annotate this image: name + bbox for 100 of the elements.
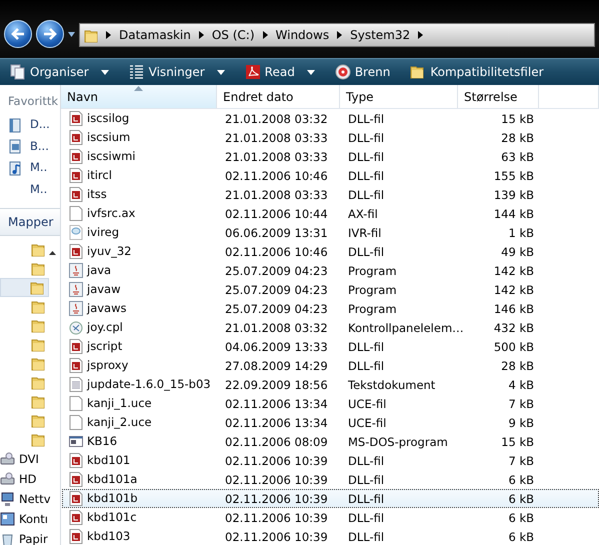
date-cell-text: 02.11.2006 10:44 xyxy=(224,206,329,222)
network-icon xyxy=(0,492,15,507)
size-cell-text: 146 kB xyxy=(492,301,535,317)
type-cell-text: DLL-fil xyxy=(347,339,386,355)
file-name: javaw xyxy=(87,281,121,298)
toolbar-button[interactable]: Brenn xyxy=(328,59,396,85)
location-link[interactable]: HD xyxy=(0,469,60,490)
file-name: javaws xyxy=(87,300,126,317)
favorite-link[interactable]: B... xyxy=(0,136,60,158)
forward-button[interactable] xyxy=(36,20,64,48)
file-name: joy.cpl xyxy=(87,319,123,336)
file-row[interactable]: joy.cpl 21.01.2008 03:32 Kontrollpanelelem… 432 kB xyxy=(62,318,599,337)
file-row[interactable]: KB16 02.11.2006 08:09 MS-DOS-program 15 kB xyxy=(62,432,599,451)
size-cell-text: 139 kB xyxy=(492,187,535,203)
chevron-icon xyxy=(337,31,342,39)
section-heading: Favorittk xyxy=(7,93,60,110)
location-link[interactable]: DVI xyxy=(0,449,60,470)
breadcrumb-item[interactable]: System32 xyxy=(350,26,410,44)
folder-tree-row[interactable] xyxy=(0,278,49,298)
music-icon xyxy=(8,160,22,176)
file-name: kanji_2.uce xyxy=(87,414,152,431)
file-row[interactable]: javaws 25.07.2009 04:23 Program 146 kB xyxy=(62,299,599,318)
type-cell-text: DLL-fil xyxy=(347,168,386,184)
date-cell-text: 25.07.2009 04:23 xyxy=(224,282,329,298)
favorite-link[interactable]: M.. xyxy=(0,157,60,179)
file-name: kbd101b xyxy=(87,490,138,507)
location-link[interactable]: Papir xyxy=(0,529,60,545)
folder-icon xyxy=(31,375,45,390)
text-file-icon xyxy=(69,377,83,392)
file-row[interactable]: kbd101 02.11.2006 10:39 DLL-fil 7 kB xyxy=(62,451,599,470)
toolbar-button[interactable]: Visninger xyxy=(122,59,231,85)
size-cell-text: 6 kB xyxy=(507,472,535,488)
file-name: iscsilog xyxy=(87,110,130,127)
file-row[interactable]: jscript 04.06.2009 13:33 DLL-fil 500 kB xyxy=(62,337,599,356)
location-link[interactable]: Kontı xyxy=(0,509,60,530)
file-row[interactable]: javaw 25.07.2009 04:23 Program 142 kB xyxy=(62,280,599,299)
size-cell-text: 155 kB xyxy=(492,168,535,184)
file-row[interactable]: java 25.07.2009 04:23 Program 142 kB xyxy=(62,261,599,280)
favorite-link[interactable]: M.. xyxy=(0,178,60,200)
date-cell-text: 02.11.2006 10:39 xyxy=(224,491,329,507)
file-row[interactable]: kanji_1.uce 02.11.2006 13:34 UCE-fil 7 kB xyxy=(62,394,599,413)
file-row[interactable]: kbd103 02.11.2006 10:39 DLL-fil 6 kB xyxy=(62,527,599,545)
file-row[interactable]: itircl 02.11.2006 10:46 DLL-fil 155 kB xyxy=(62,166,599,185)
dll-file-icon xyxy=(69,111,83,126)
size-cell-text: 15 kB xyxy=(500,434,535,450)
file-row[interactable]: kbd101c 02.11.2006 10:39 DLL-fil 6 kB xyxy=(62,508,599,527)
file-row[interactable]: kbd101b 02.11.2006 10:39 DLL-fil 6 kB xyxy=(62,489,599,508)
column-header[interactable]: Størrelse xyxy=(458,85,539,108)
column-header[interactable]: Type xyxy=(340,85,458,108)
folder-icon xyxy=(31,299,45,314)
type-cell-text: Program xyxy=(347,301,398,317)
dll-file-icon xyxy=(69,149,83,164)
column-header[interactable]: Navn xyxy=(61,85,217,108)
toolbar-button[interactable]: Organiser xyxy=(4,59,115,85)
type-cell-text: AX-fil xyxy=(347,206,379,222)
file-row[interactable]: itss 21.01.2008 03:33 DLL-fil 139 kB xyxy=(62,185,599,204)
file-row[interactable]: kanji_2.uce 02.11.2006 13:34 UCE-fil 9 kB xyxy=(62,413,599,432)
file-row[interactable]: ivfsrc.ax 02.11.2006 10:44 AX-fil 144 kB xyxy=(62,204,599,223)
breadcrumb-item[interactable]: Windows xyxy=(276,26,330,44)
file-name: ivfsrc.ax xyxy=(87,205,136,222)
favorite-link[interactable]: D... xyxy=(0,114,60,136)
dll-file-icon xyxy=(69,472,83,487)
file-row[interactable]: jsproxy 27.08.2009 14:29 DLL-fil 28 kB xyxy=(62,356,599,375)
dll-file-icon xyxy=(69,453,83,468)
file-name: kanji_1.uce xyxy=(87,395,152,412)
breadcrumb-item[interactable]: Datamaskin xyxy=(119,26,191,44)
java-icon xyxy=(69,301,83,316)
column-header[interactable]: Endret dato xyxy=(217,85,340,108)
file-row[interactable]: jupdate-1.6.0_15-b03 22.09.2009 18:56 Tekstdokument 4 kB xyxy=(62,375,599,394)
java-icon xyxy=(69,263,83,278)
size-cell-text: 15 kB xyxy=(500,111,535,127)
type-cell-text: DLL-fil xyxy=(347,130,386,146)
type-cell-text: Program xyxy=(347,282,398,298)
date-cell-text: 02.11.2006 10:46 xyxy=(224,244,329,260)
dll-file-icon xyxy=(69,168,83,183)
type-cell-text: MS-DOS-program xyxy=(347,434,449,450)
toolbar-button[interactable]: Kompatibilitetsfiler xyxy=(404,59,550,85)
pdf-icon xyxy=(244,64,261,80)
back-button[interactable] xyxy=(4,20,32,48)
date-cell-text: 04.06.2009 13:33 xyxy=(224,339,329,355)
address-bar[interactable]: Datamaskin OS (C:) Windows System32 xyxy=(79,23,595,47)
date-cell-text: 02.11.2006 13:34 xyxy=(224,396,329,412)
type-cell-text: DLL-fil xyxy=(347,149,386,165)
file-row[interactable]: ivireg 06.06.2009 13:31 IVR-fil 1 kB xyxy=(62,223,599,242)
date-cell-text: 25.07.2009 04:23 xyxy=(224,301,329,317)
location-link[interactable]: Nettv xyxy=(0,489,60,510)
breadcrumb-item[interactable]: OS (C:) xyxy=(212,26,255,44)
file-row[interactable]: iscsiwmi 21.01.2008 03:33 DLL-fil 63 kB xyxy=(62,147,599,166)
file-row[interactable]: kbd101a 02.11.2006 10:39 DLL-fil 6 kB xyxy=(62,470,599,489)
size-cell-text: 28 kB xyxy=(500,130,535,146)
folder-icon xyxy=(31,318,45,334)
file-row[interactable]: iscsium 21.01.2008 03:33 DLL-fil 28 kB xyxy=(62,128,599,147)
caret-icon xyxy=(100,70,109,74)
file-row[interactable]: iyuv_32 02.11.2006 10:46 DLL-fil 49 kB xyxy=(62,242,599,261)
date-cell-text: 21.01.2008 03:33 xyxy=(224,187,329,203)
file-row[interactable]: iscsilog 21.01.2008 03:32 DLL-fil 15 kB xyxy=(62,109,599,128)
left-arrow-icon xyxy=(10,27,26,41)
toolbar-button[interactable]: Read xyxy=(238,59,321,85)
size-cell-text: 28 kB xyxy=(500,358,535,374)
folder-icon xyxy=(31,394,45,410)
